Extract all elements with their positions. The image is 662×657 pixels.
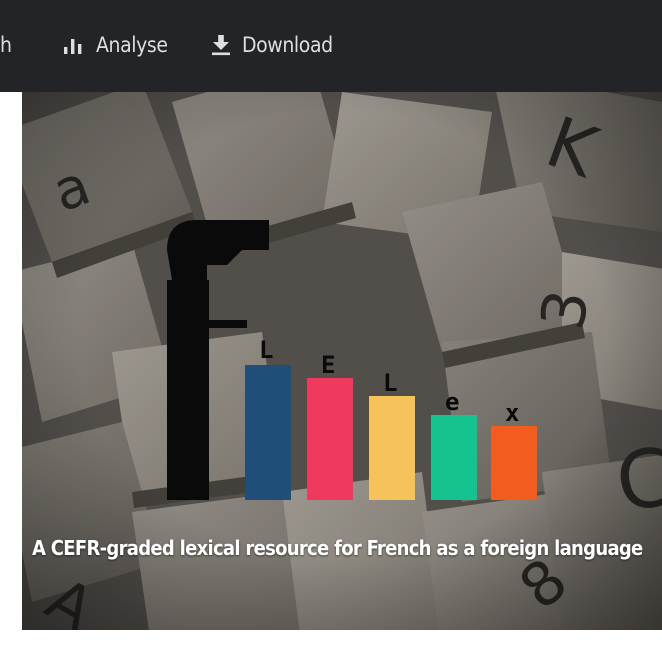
logo-bar-e [307, 378, 353, 500]
download-icon [210, 34, 232, 56]
page: h Analyse Download L E L e x A CEFR-grad… [0, 0, 662, 657]
logo-letter-l2: L [383, 369, 397, 397]
logo-letter-e2: e [445, 388, 459, 416]
nav-item-partial[interactable]: h [0, 31, 12, 59]
top-navbar: h Analyse Download [0, 0, 662, 92]
nav-item-analyse-label: Analyse [96, 33, 168, 57]
nav-item-download[interactable]: Download [210, 31, 333, 59]
logo-letter-e: E [321, 351, 335, 379]
bar-chart-icon [62, 35, 86, 55]
nav-item-download-label: Download [242, 33, 333, 57]
hero-banner: K 3 C 8 a A L E L e [22, 92, 662, 630]
nav-item-analyse[interactable]: Analyse [62, 31, 168, 59]
logo-bar-l [245, 365, 291, 500]
logo-bar-x [491, 426, 537, 500]
nav-item-partial-label: h [0, 33, 12, 57]
logo-letter-x: x [505, 399, 519, 427]
flelex-logo: L E L e x [167, 220, 537, 500]
bottom-margin [22, 630, 662, 657]
hero-tagline: A CEFR-graded lexical resource for Frenc… [32, 536, 643, 560]
logo-bar-e2 [431, 415, 477, 500]
left-margin [0, 0, 22, 657]
logo-bar-l2 [369, 396, 415, 500]
logo-letter-l: L [259, 336, 273, 364]
